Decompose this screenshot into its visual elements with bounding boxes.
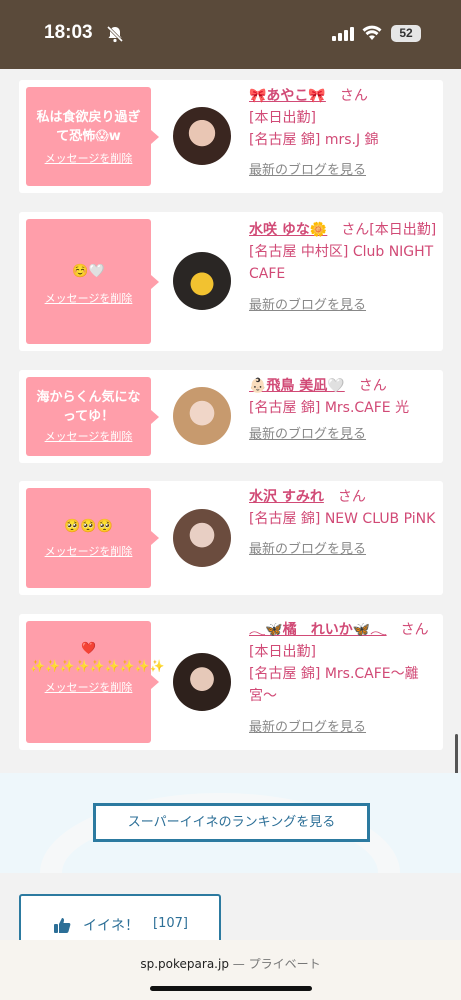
latest-blog-link[interactable]: 最新のブログを見る [249,160,439,182]
honorific: さん [337,489,366,505]
message-text: 🥺🥺🥺 [64,519,113,534]
avatar[interactable] [173,653,231,711]
super-like-ranking-button[interactable]: スーパーイイネのランキングを見る [93,803,370,842]
message-text: ☺️🤍 [72,264,105,279]
latest-blog-link[interactable]: 最新のブログを見る [249,717,439,739]
info-line: [名古屋 錦] NEW CLUB PiNK [249,511,436,527]
info-line: [本日出勤] [249,110,316,126]
message-bubble: 海からくん気になってゆ！ メッセージを削除 [26,377,159,456]
avatar[interactable] [173,387,231,445]
privacy-label: — プライベート [232,957,321,971]
cast-name-link[interactable]: 🎀あやこ🎀 [249,88,326,104]
like-label: イイネ！ [83,918,139,934]
honorific: さん[本日出勤] [341,222,437,238]
honorific: さん [339,88,368,104]
message-text: 私は食欲戻り過ぎて恐怖😱w [36,110,141,144]
message-text: 海からくん気になってゆ！ [36,390,141,424]
scrollbar[interactable] [455,734,458,774]
cast-info: 𓂃🦋橘 れいか🦋𓂃 さん[本日出勤] [名古屋 錦] Mrs.CAFE〜離宮〜 … [249,619,439,739]
delete-message-link[interactable]: メッセージを削除 [26,543,151,559]
latest-blog-link[interactable]: 最新のブログを見る [249,424,439,446]
ranking-section: スーパーイイネのランキングを見る [0,773,461,873]
cast-name-link[interactable]: 水咲 ゆな🌼 [249,222,327,238]
wifi-icon [362,25,382,45]
like-count: [107] [153,916,188,931]
cast-name-link[interactable]: 𓂃🦋橘 れいか🦋𓂃 [249,622,387,638]
message-bubble: 🥺🥺🥺 メッセージを削除 [26,488,159,588]
delete-message-link[interactable]: メッセージを削除 [26,428,151,444]
message-card: ❤️ ✨✨✨✨✨✨✨✨✨ メッセージを削除 𓂃🦋橘 れいか🦋𓂃 さん[本日出勤]… [19,614,443,750]
clock: 18:03 [44,22,93,43]
message-bubble: 私は食欲戻り過ぎて恐怖😱w メッセージを削除 [26,87,159,186]
delete-message-link[interactable]: メッセージを削除 [26,290,151,306]
delete-message-link[interactable]: メッセージを削除 [26,150,151,166]
avatar[interactable] [173,509,231,567]
status-bar: 18:03 52 [0,0,461,69]
cast-info: 水咲 ゆな🌼 さん[本日出勤] [名古屋 中村区] Club NIGHT CAF… [249,219,439,317]
message-bubble: ❤️ ✨✨✨✨✨✨✨✨✨ メッセージを削除 [26,621,165,743]
latest-blog-link[interactable]: 最新のブログを見る [249,539,439,561]
info-line: [名古屋 錦] mrs.J 錦 [249,132,379,148]
message-card: 私は食欲戻り過ぎて恐怖😱w メッセージを削除 🎀あやこ🎀 さん [本日出勤] [… [19,80,443,193]
thumbs-up-icon [53,916,71,938]
message-bubble: ☺️🤍 メッセージを削除 [26,219,159,344]
cast-name-link[interactable]: 水沢 すみれ [249,489,324,505]
cellular-signal-icon [332,26,354,45]
message-card: 🥺🥺🥺 メッセージを削除 水沢 すみれ さん [名古屋 錦] NEW CLUB … [19,481,443,595]
avatar[interactable] [173,252,231,310]
cast-info: 水沢 すみれ さん [名古屋 錦] NEW CLUB PiNK 最新のブログを見… [249,486,439,561]
message-card: ☺️🤍 メッセージを削除 水咲 ゆな🌼 さん[本日出勤] [名古屋 中村区] C… [19,212,443,351]
url-display[interactable]: sp.pokepara.jp — プライベート [0,955,461,972]
info-line: [名古屋 錦] Mrs.CAFE〜離宮〜 [249,666,419,704]
cast-info: 👶🏻飛鳥 美凪🤍 さん [名古屋 錦] Mrs.CAFE 光 最新のブログを見る [249,375,439,446]
latest-blog-link[interactable]: 最新のブログを見る [249,295,439,317]
silent-bell-icon [106,25,124,43]
url-text: sp.pokepara.jp [140,957,229,971]
info-line: [名古屋 錦] Mrs.CAFE 光 [249,400,410,416]
cast-name-link[interactable]: 👶🏻飛鳥 美凪🤍 [249,378,345,394]
battery-indicator: 52 [391,25,421,42]
cast-info: 🎀あやこ🎀 さん [本日出勤] [名古屋 錦] mrs.J 錦 最新のブログを見… [249,85,439,182]
message-card: 海からくん気になってゆ！ メッセージを削除 👶🏻飛鳥 美凪🤍 さん [名古屋 錦… [19,370,443,463]
address-bar[interactable]: sp.pokepara.jp — プライベート [0,940,461,1000]
home-indicator[interactable] [150,986,312,991]
avatar[interactable] [173,107,231,165]
delete-message-link[interactable]: メッセージを削除 [26,679,151,695]
honorific: さん [358,378,387,394]
info-line: [名古屋 中村区] Club NIGHT CAFE [249,244,434,282]
message-text: ❤️ ✨✨✨✨✨✨✨✨✨ [30,641,165,673]
